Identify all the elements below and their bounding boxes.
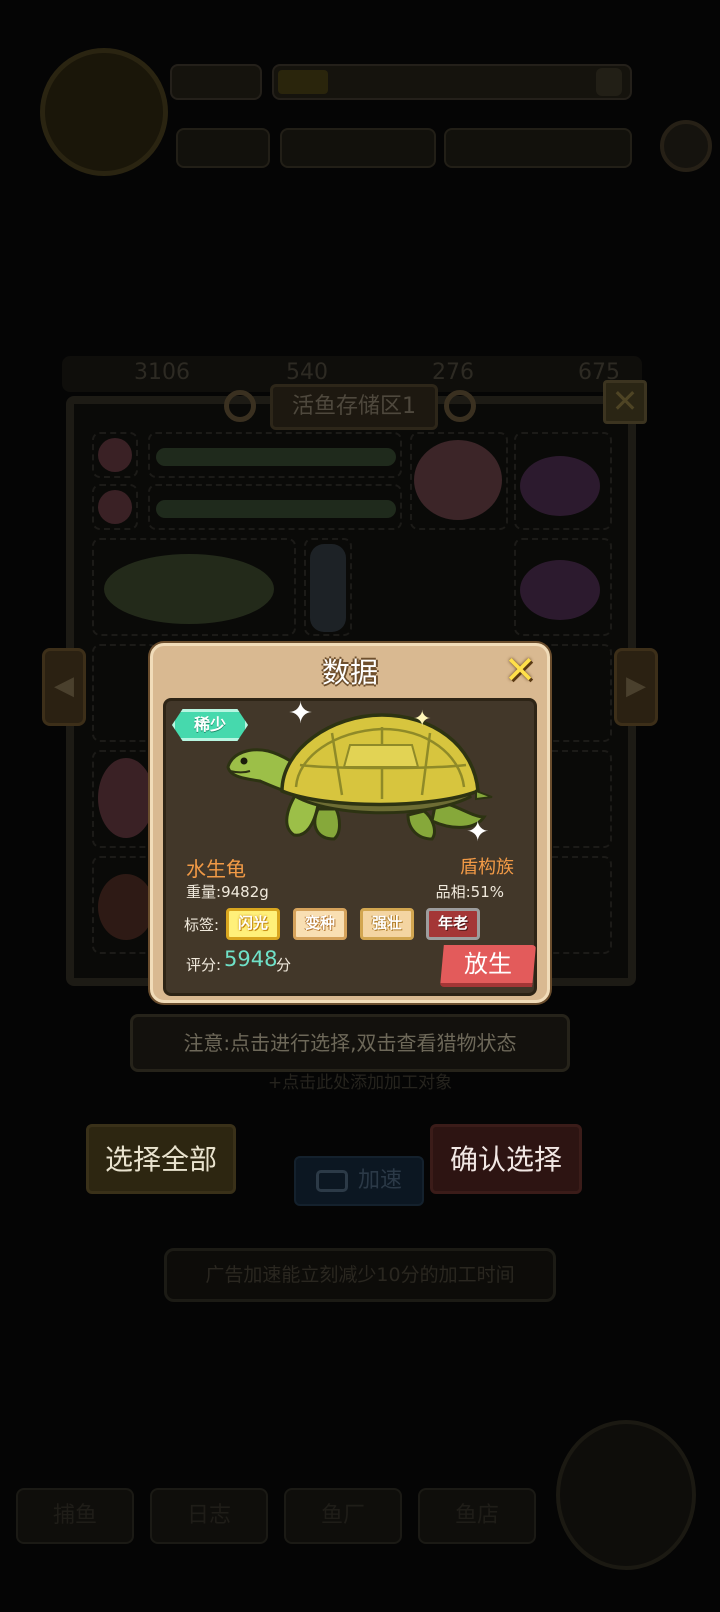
lure-item [310, 544, 346, 632]
tag-old: 年老 [426, 908, 480, 940]
modal-title: 数据 [321, 656, 378, 689]
grid-cell[interactable] [544, 856, 612, 954]
sparkle-icon: ✦ [413, 707, 432, 732]
grid-cell[interactable] [544, 750, 612, 848]
confirm-selection-button[interactable]: 确认选择 [430, 1124, 582, 1194]
eel [156, 448, 396, 466]
grid-cell[interactable] [92, 644, 158, 742]
turtle-image [226, 713, 493, 841]
player-avatar[interactable] [40, 48, 168, 176]
score-label: 评分: [186, 956, 222, 974]
eel [156, 500, 396, 518]
resource-count-3: 276 [432, 360, 474, 385]
resource-count-1: 3106 [134, 360, 190, 385]
money-add-button[interactable] [596, 68, 622, 96]
add-processing-hint[interactable]: +点击此处添加加工对象 [0, 1068, 720, 1093]
selection-notice: 注意:点击进行选择,双击查看猎物状态 [130, 1014, 570, 1072]
money-bar-fill [278, 70, 328, 94]
resource-count-2: 540 [286, 360, 328, 385]
score-value: 5948 [224, 947, 278, 971]
purple-fish [520, 560, 600, 620]
tab-fishing[interactable]: 捕鱼 [16, 1488, 134, 1544]
sparkle-icon: ✦ [288, 696, 314, 731]
score-unit: 分 [276, 956, 292, 974]
tag-variant: 变种 [293, 908, 347, 940]
arrow-left-icon[interactable]: ◀ [42, 648, 86, 726]
storage-title: 活鱼存储区1 [270, 384, 438, 430]
small-fish [98, 438, 132, 472]
quality-value: 51% [470, 883, 504, 901]
species-family: 盾构族 [460, 857, 514, 878]
money-bar [272, 64, 632, 100]
arrow-right-icon[interactable]: ▶ [614, 648, 658, 726]
tab-factory[interactable]: 鱼厂 [284, 1488, 402, 1544]
weight-value: 9482g [221, 883, 269, 901]
sparkle-icon: ✦ [466, 815, 490, 848]
creature-info-panel: 稀少 ✦ ✦ ✦ 水生龟 盾构族 重量:9482g 品相:51% 标签: 闪光 … [163, 698, 537, 996]
weight-label: 重量: [186, 883, 222, 901]
weight-stat: 重量:9482g [186, 881, 269, 902]
select-all-button[interactable]: 选择全部 [86, 1124, 236, 1194]
camera-icon [315, 1170, 348, 1192]
bass-fish [104, 554, 274, 624]
hud-slot-2[interactable] [280, 128, 436, 168]
hud-slot-3[interactable] [444, 128, 632, 168]
title-ring-left [224, 390, 256, 422]
tags-label: 标签: [184, 916, 220, 934]
tab-shop[interactable]: 鱼店 [418, 1488, 536, 1544]
quality-label: 品相: [435, 883, 471, 901]
ad-speedup-hint: 广告加速能立刻减少10分的加工时间 [164, 1248, 556, 1302]
species-name: 水生龟 [186, 857, 246, 881]
gear-icon[interactable] [660, 120, 712, 172]
grid-cell[interactable] [544, 644, 612, 742]
level-bar [170, 64, 262, 100]
speed-up-label: 加速 [357, 1168, 402, 1193]
release-button[interactable]: 放生 [440, 945, 536, 987]
data-modal: 数据 ✕ 稀少 ✦ ✦ ✦ 水生龟 盾构族 重量:9482g 品相:51% 标签… [150, 643, 550, 1003]
eye-puffer [98, 758, 154, 838]
close-icon[interactable]: ✕ [603, 380, 647, 424]
hud-slot-1[interactable] [176, 128, 270, 168]
tag-shiny: 闪光 [226, 908, 280, 940]
purple-fish [520, 456, 600, 516]
close-icon[interactable]: ✕ [501, 651, 539, 690]
go-fishing-button[interactable] [556, 1420, 696, 1570]
tag-strong: 强壮 [360, 908, 414, 940]
tab-log[interactable]: 日志 [150, 1488, 268, 1544]
quality-stat: 品相:51% [436, 881, 504, 902]
red-fish [98, 874, 154, 940]
small-fish [98, 490, 132, 524]
title-ring-right [444, 390, 476, 422]
eye-puffer [414, 440, 502, 520]
speed-up-button[interactable]: 加速 [294, 1156, 424, 1206]
